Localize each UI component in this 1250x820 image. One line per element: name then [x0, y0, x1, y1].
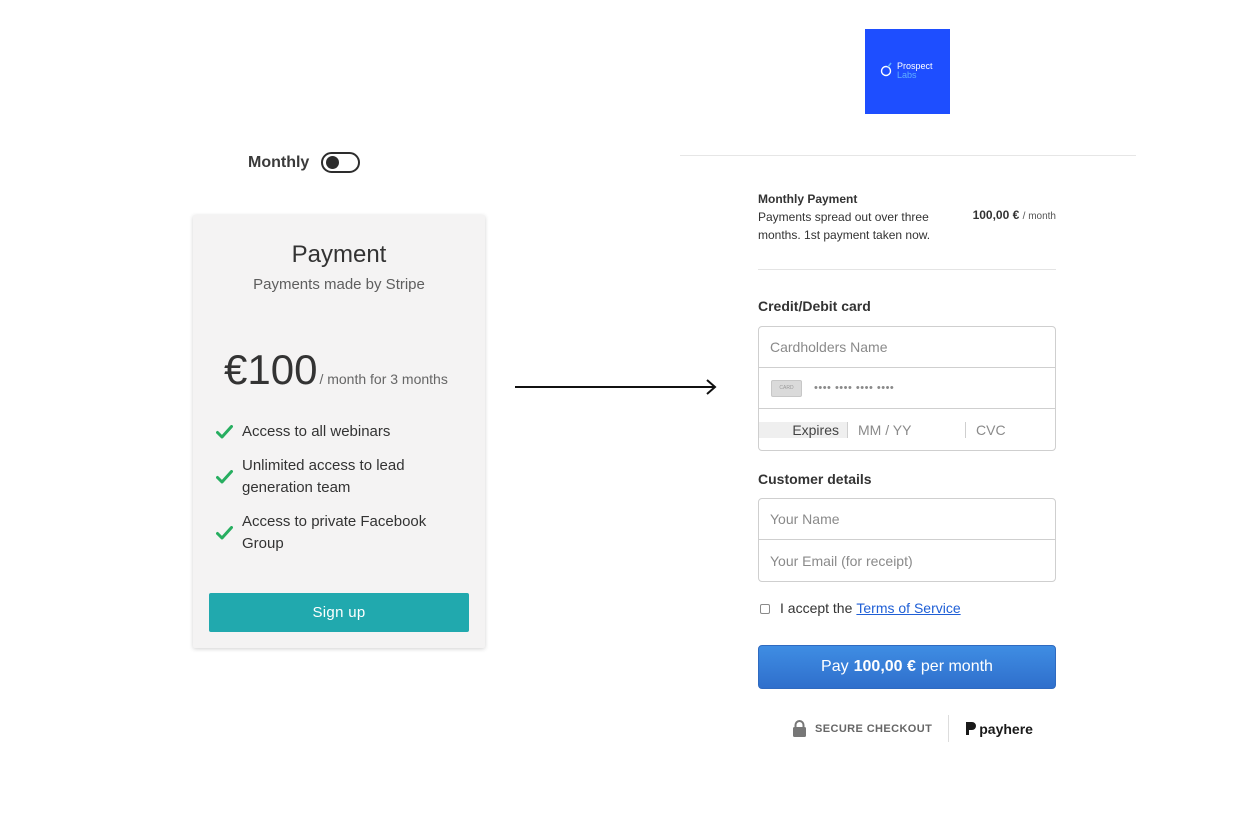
expires-label: Expires: [759, 421, 848, 438]
cvc-input[interactable]: CVC: [966, 422, 1055, 438]
pay-button[interactable]: Pay 100,00 € per month: [758, 645, 1056, 689]
pricing-card-title: Payment: [291, 241, 387, 268]
summary-amount: 100,00 €: [972, 208, 1020, 222]
customer-section-label: Customer details: [758, 471, 872, 487]
plan-toggle-label: Monthly: [248, 153, 310, 171]
name-input[interactable]: Your Name: [759, 499, 1055, 540]
summary-description: Payments spread out over three months. 1…: [758, 210, 931, 242]
feature-item: Access to private Facebook Group: [215, 511, 455, 555]
checkmark-icon: [215, 468, 234, 487]
feature-item: Unlimited access to lead generation team: [215, 455, 455, 499]
toggle-knob: [326, 156, 340, 169]
order-summary: Monthly Payment Payments spread out over…: [758, 191, 1056, 244]
card-fields: Cardholders Name CARD •••• •••• •••• •••…: [758, 326, 1056, 451]
flask-logo-icon: [880, 62, 892, 77]
company-logo: Prospect Labs: [865, 29, 950, 114]
summary-per: / month: [1022, 211, 1056, 222]
expiry-input[interactable]: MM / YY: [848, 421, 966, 438]
customer-fields: Your Name Your Email (for receipt): [758, 498, 1056, 582]
logo-text-line2: Labs: [897, 70, 917, 80]
cardholder-name-input[interactable]: Cardholders Name: [759, 327, 1055, 368]
lock-icon: [793, 720, 806, 737]
pricing-card: Payment Payments made by Stripe €100 / m…: [193, 215, 485, 648]
card-number-placeholder: •••• •••• •••• ••••: [814, 382, 895, 394]
plan-toggle-row: Monthly: [248, 152, 361, 173]
email-input[interactable]: Your Email (for receipt): [759, 540, 1055, 581]
summary-divider: [758, 269, 1056, 270]
secure-checkout-footer: SECURE CHECKOUT payhere: [792, 715, 1033, 742]
terms-text: I accept the: [780, 600, 853, 616]
terms-checkbox[interactable]: [760, 604, 770, 614]
payhere-logo: payhere: [965, 721, 1033, 737]
terms-of-service-link[interactable]: Terms of Service: [856, 600, 960, 616]
expiry-cvc-row: Expires MM / YY CVC: [759, 409, 1055, 450]
pay-suffix: per month: [920, 658, 993, 675]
card-section-label: Credit/Debit card: [758, 298, 871, 314]
pay-prefix: Pay: [821, 658, 849, 675]
terms-row: I accept the Terms of Service: [758, 600, 961, 616]
header-divider: [680, 155, 1136, 156]
feature-item: Access to all webinars: [215, 421, 455, 443]
price-amount: €100: [224, 346, 318, 393]
price-period: / month for 3 months: [319, 371, 448, 387]
checkmark-icon: [215, 423, 234, 442]
payhere-label: payhere: [979, 720, 1033, 737]
pricing-card-subtitle: Payments made by Stripe: [253, 276, 425, 293]
card-number-input[interactable]: CARD •••• •••• •••• ••••: [759, 368, 1055, 409]
footer-divider: [948, 715, 950, 742]
summary-title: Monthly Payment: [758, 192, 858, 206]
secure-checkout-label: SECURE CHECKOUT: [815, 722, 933, 735]
checkmark-icon: [215, 524, 234, 543]
signup-button[interactable]: Sign up: [209, 593, 469, 632]
feature-text: Unlimited access to lead generation team: [242, 457, 405, 496]
feature-list: Access to all webinars Unlimited access …: [215, 421, 455, 567]
credit-card-icon: CARD: [771, 379, 802, 397]
feature-text: Access to private Facebook Group: [242, 513, 427, 552]
arrow-right-icon: [515, 379, 717, 395]
feature-text: Access to all webinars: [242, 423, 391, 440]
plan-toggle-switch[interactable]: [321, 152, 361, 173]
payhere-mark-icon: [966, 722, 977, 735]
pay-amount: 100,00 €: [853, 658, 916, 675]
summary-price: 100,00 € / month: [973, 208, 1056, 222]
price-row: €100 / month for 3 months: [224, 346, 448, 394]
